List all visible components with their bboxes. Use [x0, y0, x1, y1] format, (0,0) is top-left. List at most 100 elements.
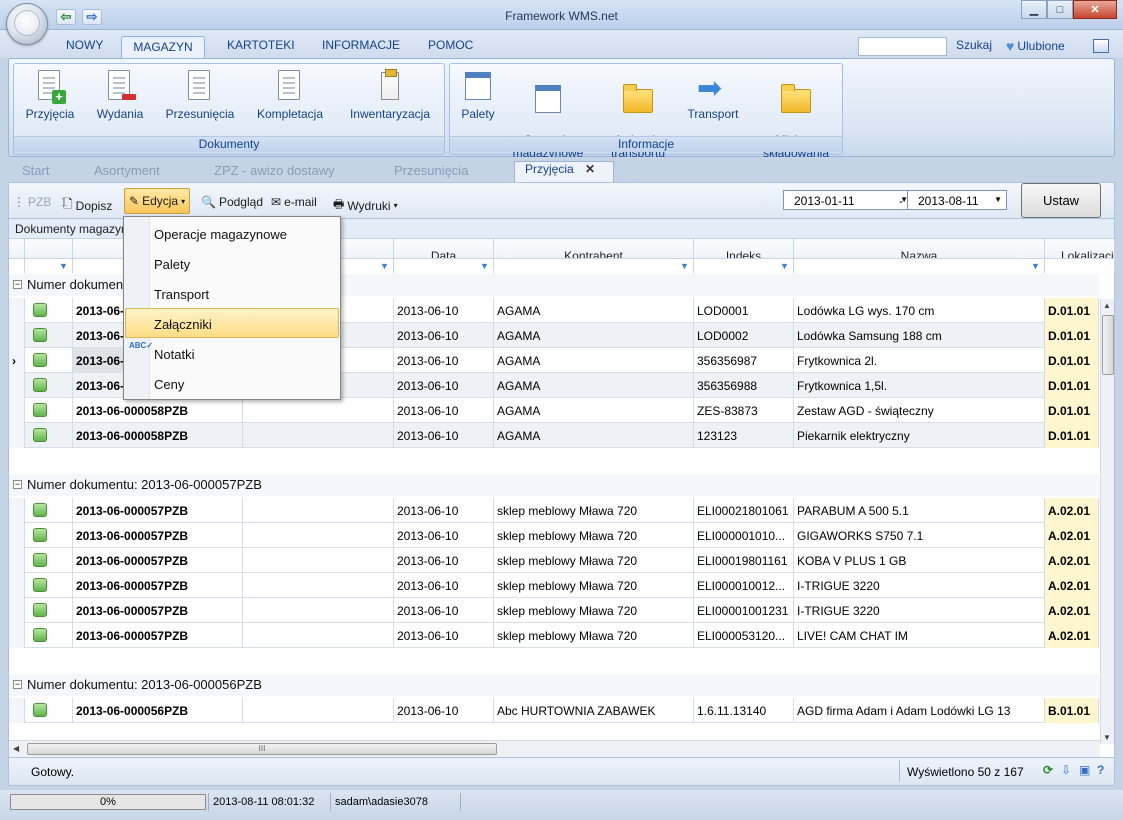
cell-numer[interactable]: 2013-06-000056PZB — [73, 698, 243, 723]
cell-nazwa[interactable]: Lodówka Samsung 188 cm — [794, 323, 1045, 348]
cell-lokalizacja[interactable]: D.01.01 — [1045, 348, 1099, 373]
cell-data[interactable]: 2013-06-10 — [394, 423, 494, 448]
cell-numer[interactable]: 2013-06-000057PZB — [73, 548, 243, 573]
app-menu-orb[interactable] — [6, 3, 48, 45]
cell-nazwa[interactable]: Piekarnik elektryczny — [794, 423, 1045, 448]
cell-kontrahent[interactable]: sklep meblowy Mława 720 — [494, 498, 694, 523]
przesuniecia-button[interactable]: Przesunięcia — [160, 70, 240, 121]
cell-lokalizacja[interactable]: A.02.01 — [1045, 623, 1099, 648]
cell-kontrahent[interactable]: sklep meblowy Mława 720 — [494, 548, 694, 573]
cell-data[interactable]: 2013-06-10 — [394, 373, 494, 398]
collapse-icon[interactable]: − — [13, 680, 22, 689]
cell-lokalizacja[interactable]: A.02.01 — [1045, 548, 1099, 573]
table-row[interactable]: 2013-06-000058PZB 2013-06-10 AGAMA ZES-8387… — [9, 398, 1099, 423]
group-row[interactable]: − Numer dokumentu: 2013-06-000057PZB — [9, 474, 1099, 496]
cell-lokalizacja[interactable]: D.01.01 — [1045, 373, 1099, 398]
cell-indeks[interactable]: ELI00021801061 — [694, 498, 794, 523]
cell-indeks[interactable]: ELI000053120... — [694, 623, 794, 648]
ustaw-button[interactable]: Ustaw — [1021, 183, 1101, 218]
cell-kontrahent[interactable]: Abc HURTOWNIA ZABAWEK — [494, 698, 694, 723]
cell-zlecenia[interactable] — [243, 398, 394, 423]
cell-numer[interactable]: 2013-06-000057PZB — [73, 573, 243, 598]
cell-nazwa[interactable]: Frytkownica 1,5l. — [794, 373, 1045, 398]
cell-lokalizacja[interactable]: D.01.01 — [1045, 323, 1099, 348]
filter-icon[interactable]: ▼ — [680, 262, 690, 271]
tab-informacje[interactable]: INFORMACJE — [322, 38, 400, 52]
table-row[interactable]: 2013-06-000057PZB 2013-06-10 sklep meblowy… — [9, 598, 1099, 623]
menu-item-palety[interactable]: Palety — [154, 257, 190, 272]
cell-kontrahent[interactable]: sklep meblowy Mława 720 — [494, 573, 694, 598]
cell-lokalizacja[interactable]: D.01.01 — [1045, 298, 1099, 323]
filter-icon[interactable]: ▼ — [480, 262, 490, 271]
horizontal-scroll-thumb[interactable]: III — [27, 743, 497, 755]
table-row[interactable]: 2013-06-000058PZB 2013-06-10 AGAMA 123123 Pi… — [9, 423, 1099, 448]
cell-numer[interactable]: 2013-06-000058PZB — [73, 398, 243, 423]
edycja-button[interactable]: ✎ Edycja ▾ — [124, 188, 191, 214]
cell-numer[interactable]: 2013-06-000057PZB — [73, 598, 243, 623]
cell-data[interactable]: 2013-06-10 — [394, 623, 494, 648]
scroll-left-icon[interactable]: ◀ — [13, 744, 19, 753]
cell-indeks[interactable]: LOD0002 — [694, 323, 794, 348]
table-row[interactable]: 2013-06-000057PZB 2013-06-10 sklep meblowy… — [9, 548, 1099, 573]
cell-data[interactable]: 2013-06-10 — [394, 498, 494, 523]
search-input[interactable] — [858, 37, 947, 56]
wydruki-button[interactable]: 🖶 Wydruki ▾ — [333, 195, 398, 216]
layout-icon[interactable] — [1093, 39, 1109, 53]
inwentaryzacja-button[interactable]: Inwentaryzacja — [340, 69, 440, 121]
help-icon[interactable]: ? — [1097, 763, 1104, 777]
doc-tab-start[interactable]: Start — [22, 161, 49, 181]
tab-nowy[interactable]: NOWY — [66, 38, 103, 52]
group-row[interactable]: − Numer dokumentu: 2013-06-000056PZB — [9, 674, 1099, 696]
tab-magazyn[interactable]: MAGAZYN — [121, 36, 205, 59]
cell-lokalizacja[interactable]: D.01.01 — [1045, 398, 1099, 423]
wydania-button[interactable]: Wydania — [90, 70, 150, 121]
header-lokalizacja[interactable]: Lokalizacja — [1045, 239, 1115, 273]
filter-icon[interactable]: ▼ — [380, 262, 390, 271]
doc-tab-asortyment[interactable]: Asortyment — [94, 161, 160, 181]
kompletacja-button[interactable]: Kompletacja — [248, 70, 332, 121]
search-button[interactable]: Szukaj — [956, 38, 992, 52]
doc-tab-przyjecia[interactable]: Przyjęcia ✕ — [514, 161, 614, 182]
cell-zlecenia[interactable] — [243, 423, 394, 448]
cell-data[interactable]: 2013-06-10 — [394, 573, 494, 598]
cell-lokalizacja[interactable]: D.01.01 — [1045, 423, 1099, 448]
cell-kontrahent[interactable]: sklep meblowy Mława 720 — [494, 598, 694, 623]
menu-item-notatki[interactable]: Notatki — [154, 347, 194, 362]
podglad-button[interactable]: 🔍 Podgląd — [201, 195, 263, 209]
cell-nazwa[interactable]: Lodówka LG wys. 170 cm — [794, 298, 1045, 323]
cell-indeks[interactable]: ELI00001001231 — [694, 598, 794, 623]
cell-data[interactable]: 2013-06-10 — [394, 323, 494, 348]
table-row[interactable]: 2013-06-000057PZB 2013-06-10 sklep meblowy… — [9, 623, 1099, 648]
przyjecia-button[interactable]: + Przyjęcia — [20, 70, 80, 121]
scroll-up-icon[interactable]: ▲ — [1103, 301, 1111, 310]
cell-zlecenia[interactable] — [243, 573, 394, 598]
refresh-icon[interactable]: ⟳ — [1043, 763, 1053, 777]
cell-zlecenia[interactable] — [243, 598, 394, 623]
cell-nazwa[interactable]: KOBA V PLUS 1 GB — [794, 548, 1045, 573]
table-row[interactable]: 2013-06-000056PZB 2013-06-10 Abc HURTOWNIA… — [9, 698, 1099, 723]
cell-numer[interactable]: 2013-06-000058PZB — [73, 423, 243, 448]
cell-kontrahent[interactable]: AGAMA — [494, 423, 694, 448]
filter-icon[interactable]: ▼ — [59, 262, 69, 271]
cell-kontrahent[interactable]: AGAMA — [494, 323, 694, 348]
cell-data[interactable]: 2013-06-10 — [394, 698, 494, 723]
cell-zlecenia[interactable] — [243, 498, 394, 523]
cell-nazwa[interactable]: Zestaw AGD - świąteczny — [794, 398, 1045, 423]
cell-lokalizacja[interactable]: B.01.01 — [1045, 698, 1099, 723]
tab-pomoc[interactable]: POMOC — [428, 38, 473, 52]
doc-tab-przesuniecia[interactable]: Przesunięcia — [394, 161, 468, 181]
table-row[interactable]: 2013-06-000057PZB 2013-06-10 sklep meblowy… — [9, 498, 1099, 523]
date-from-picker[interactable]: 2013-01-11 — [783, 190, 913, 210]
header-kontrahent[interactable]: Kontrahent ▼ — [494, 239, 694, 273]
cell-nazwa[interactable]: PARABUM A 500 5.1 — [794, 498, 1045, 523]
header-nazwa[interactable]: Nazwa ▼ — [794, 239, 1045, 273]
menu-item-operacje[interactable]: Operacje magazynowe — [154, 227, 287, 242]
cell-kontrahent[interactable]: AGAMA — [494, 348, 694, 373]
cell-indeks[interactable]: 1.6.11.13140 — [694, 698, 794, 723]
dopisz-button[interactable]: 🗋 Dopisz — [63, 195, 112, 216]
cell-nazwa[interactable]: I-TRIGUE 3220 — [794, 598, 1045, 623]
filter-icon[interactable]: ▼ — [1031, 262, 1041, 271]
doc-tab-zpz[interactable]: ZPZ - awizo dostawy — [214, 161, 335, 181]
email-button[interactable]: ✉ e-mail — [271, 195, 317, 209]
minimize-button[interactable]: ▁ — [1021, 0, 1047, 19]
